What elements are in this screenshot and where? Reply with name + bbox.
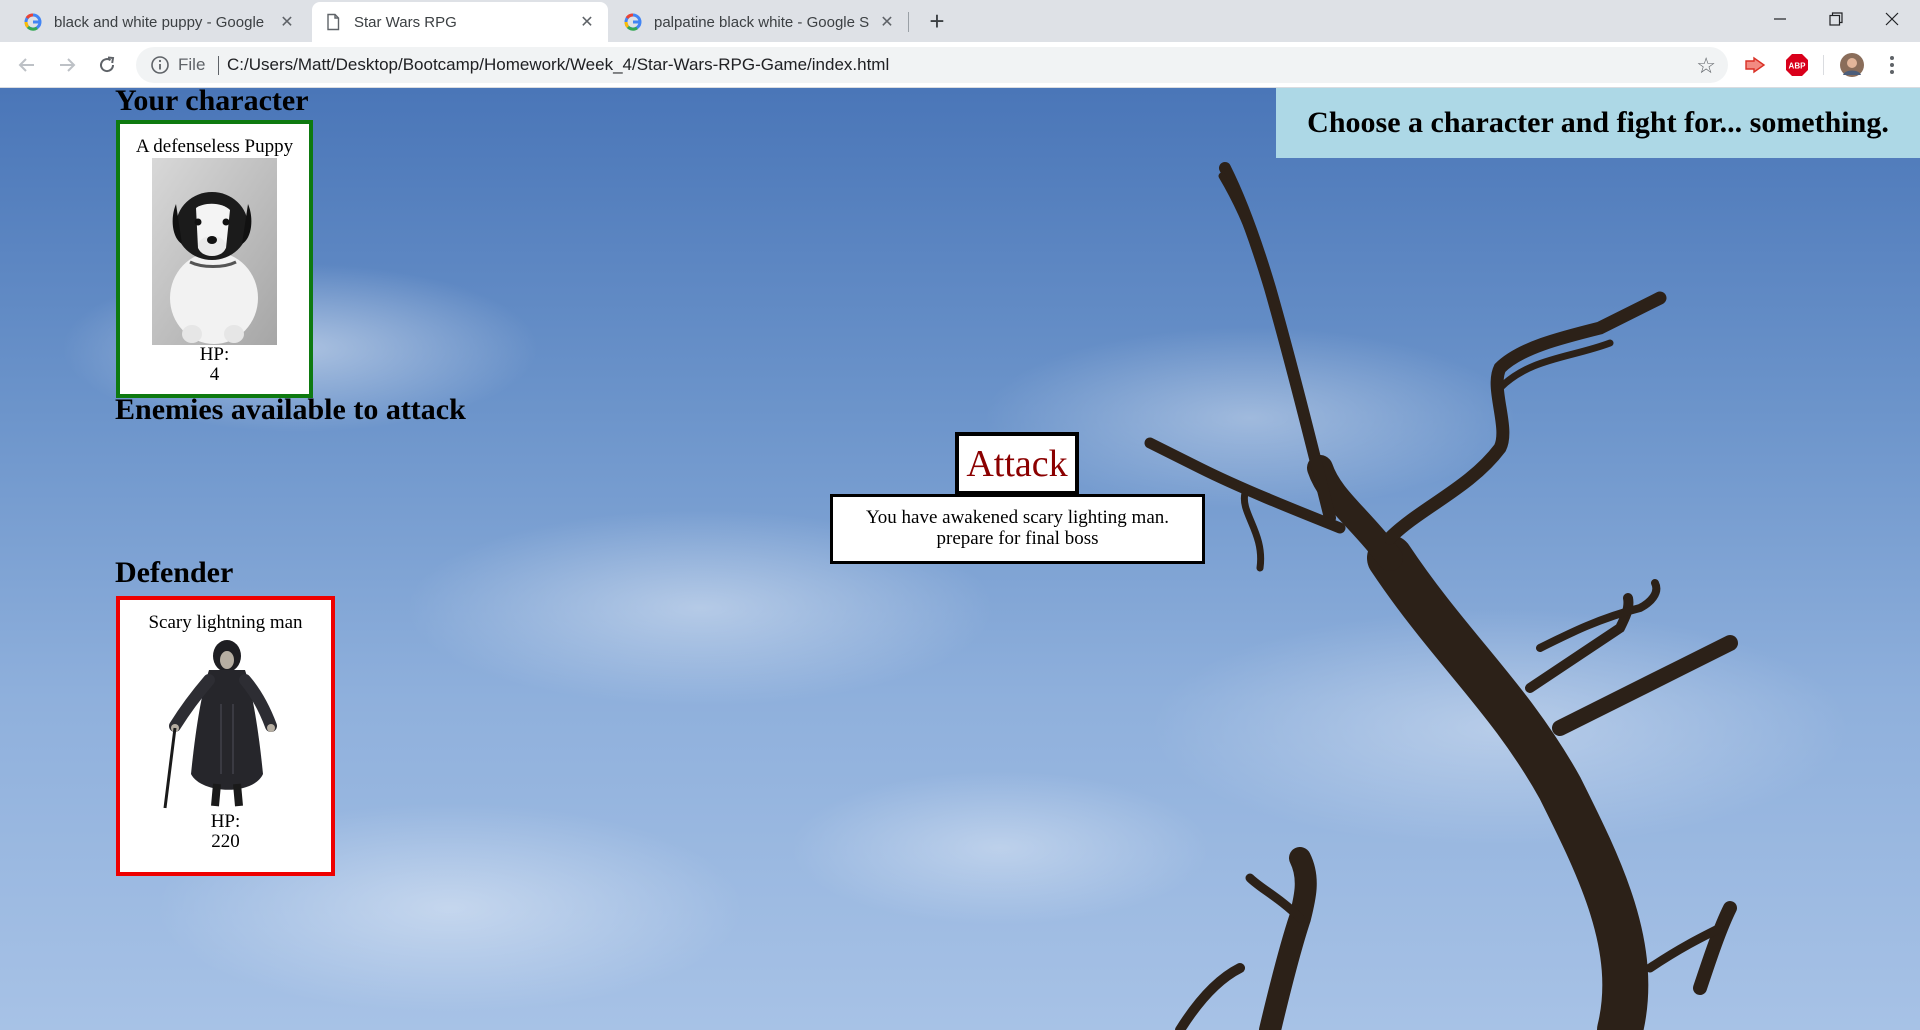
tab-puppy-search[interactable]: black and white puppy - Google ✕ [12, 2, 308, 42]
minimize-icon[interactable] [1752, 0, 1808, 38]
palpatine-figure-photo [163, 640, 277, 809]
defender-name: Scary lightning man [148, 612, 303, 633]
tab-divider [908, 12, 909, 32]
page-viewport: Your character A defenseless Puppy HP: 4… [0, 88, 1920, 1030]
toolbar-divider [1823, 55, 1824, 75]
google-g-icon [624, 13, 642, 31]
tab-star-wars-rpg[interactable]: Star Wars RPG ✕ [312, 2, 608, 42]
close-icon[interactable]: ✕ [878, 12, 896, 32]
close-icon[interactable]: ✕ [578, 12, 596, 32]
google-g-icon [24, 13, 42, 31]
your-character-heading: Your character [115, 88, 309, 117]
reload-icon[interactable] [92, 50, 122, 80]
address-bar[interactable]: File C:/Users/Matt/Desktop/Bootcamp/Home… [136, 47, 1728, 83]
enemies-heading: Enemies available to attack [115, 393, 466, 426]
attack-button[interactable]: Attack [955, 432, 1079, 495]
new-tab-button[interactable]: + [922, 6, 952, 36]
close-window-icon[interactable] [1864, 0, 1920, 38]
profile-avatar-icon[interactable] [1840, 53, 1864, 77]
page-icon [327, 13, 340, 31]
player-character-card[interactable]: A defenseless Puppy HP: 4 [116, 120, 313, 398]
battle-message-box: You have awakened scary lighting man. pr… [830, 494, 1205, 564]
adblock-label: ABP [1789, 62, 1807, 71]
forward-arrow-icon[interactable] [52, 50, 82, 80]
menu-kebab-icon[interactable] [1880, 53, 1904, 77]
url-divider [218, 56, 219, 75]
bookmark-star-icon[interactable]: ☆ [1696, 53, 1716, 79]
tab-palpatine-search[interactable]: palpatine black white - Google S ✕ [612, 2, 908, 42]
defender-hp-label: HP: [210, 811, 241, 832]
battle-message-line: prepare for final boss [936, 528, 1099, 549]
puppy-photo [152, 158, 277, 345]
player-hp-value: 4 [209, 364, 220, 385]
defender-heading: Defender [115, 556, 234, 589]
game-title-banner: Choose a character and fight for... some… [1276, 88, 1920, 158]
tab-title: palpatine black white - Google S [654, 13, 870, 31]
restore-icon[interactable] [1808, 0, 1864, 38]
adblock-plus-icon[interactable]: ABP [1785, 53, 1809, 77]
player-hp-label: HP: [199, 344, 230, 365]
defender-hp-value: 220 [211, 831, 240, 852]
player-name: A defenseless Puppy [135, 136, 294, 157]
defender-card[interactable]: Scary lightning man HP: 220 [116, 596, 335, 876]
tab-title: Star Wars RPG [354, 13, 457, 31]
url-scheme: File [178, 55, 206, 74]
tab-strip: black and white puppy - Google ✕ Star Wa… [0, 0, 1920, 42]
browser-toolbar: File C:/Users/Matt/Desktop/Bootcamp/Home… [0, 42, 1920, 88]
tab-title: black and white puppy - Google [54, 13, 265, 31]
close-icon[interactable]: ✕ [278, 12, 296, 32]
cast-icon[interactable] [1743, 53, 1767, 77]
back-arrow-icon[interactable] [12, 50, 42, 80]
battle-message-line: You have awakened scary lighting man. [865, 507, 1170, 528]
info-icon[interactable] [150, 55, 170, 75]
url-text[interactable]: C:/Users/Matt/Desktop/Bootcamp/Homework/… [227, 55, 889, 75]
